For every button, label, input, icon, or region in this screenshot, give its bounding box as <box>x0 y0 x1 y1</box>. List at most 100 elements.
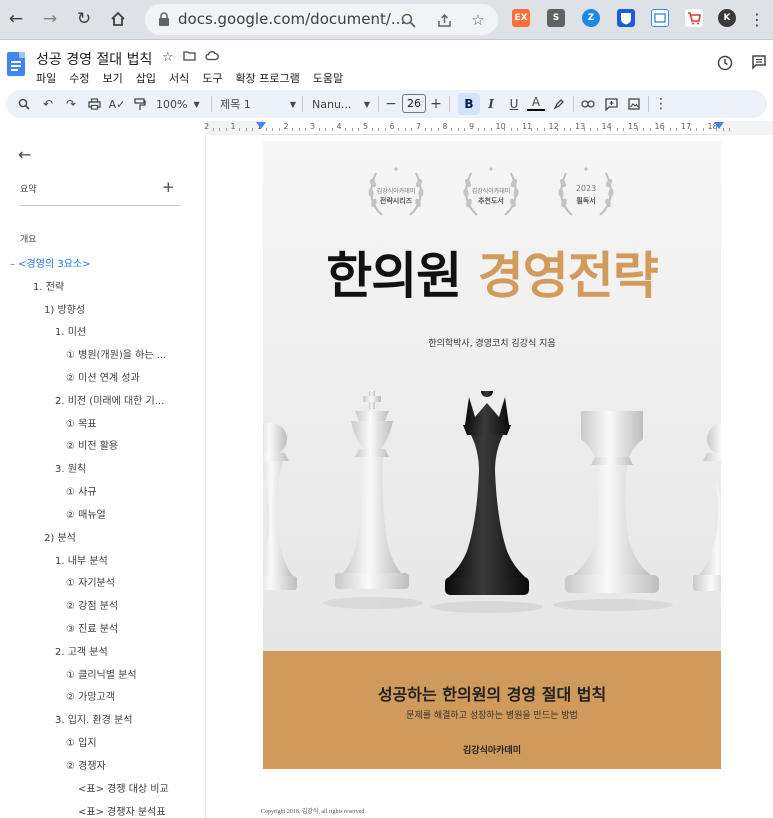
zoom-dropdown-icon: ▼ <box>193 99 200 109</box>
close-outline-arrow-icon[interactable]: ← <box>18 145 31 164</box>
increase-font-size-icon[interactable]: + <box>429 95 443 113</box>
url-text[interactable]: docs.google.com/document/... <box>178 10 405 28</box>
s-extension-icon[interactable]: S <box>547 9 565 27</box>
outline-item[interactable]: ② 매뉴얼 <box>66 506 106 521</box>
translate-extension-icon[interactable] <box>651 9 669 27</box>
document-title[interactable]: 성공 경영 절대 법칙 <box>36 49 152 69</box>
outline-item[interactable]: ① 자기분석 <box>66 574 115 589</box>
ruler-tick <box>212 128 214 131</box>
outline-item[interactable]: <표> 경쟁 대상 비교 <box>78 780 169 795</box>
outline-item[interactable]: 1) 방향성 <box>44 301 85 316</box>
spellcheck-icon[interactable]: A✓ <box>109 95 126 113</box>
outline-item[interactable]: ② 미션 연계 성과 <box>66 369 140 384</box>
outline-item[interactable]: ② 비전 활용 <box>66 437 118 452</box>
zoom-select[interactable]: 100% ▼ <box>156 95 200 113</box>
outline-item[interactable]: 1. 미션 <box>55 323 86 338</box>
address-bar[interactable]: docs.google.com/document/... ☆ <box>145 4 498 35</box>
menu-help[interactable]: 도움말 <box>313 70 343 86</box>
chrome-menu-icon[interactable]: ⋮ <box>746 8 768 30</box>
more-options-icon[interactable]: ⋮ <box>654 95 668 113</box>
ruler-tick <box>292 128 294 131</box>
italic-button[interactable]: I <box>483 95 499 113</box>
move-folder-icon[interactable] <box>183 50 196 65</box>
ruler-tick <box>543 128 545 131</box>
document-canvas[interactable]: ✦ 김강식아카데미 전략시리즈 ✦ 김강식아카데미 추천도서 ✦ 2023 필독… <box>207 136 773 818</box>
cart-extension-icon[interactable] <box>685 9 703 27</box>
outline-item[interactable]: ② 강점 분석 <box>66 597 118 612</box>
horizontal-ruler[interactable]: 2 1 1 2 3 4 5 6 7 8 9 10 11 12 13 14 15 16 17 18 <box>204 121 773 135</box>
menu-format[interactable]: 서식 <box>169 70 189 86</box>
toolbar-divider <box>211 96 212 112</box>
insert-comment-icon[interactable] <box>603 95 619 113</box>
outline-item[interactable]: ① 클리닉별 분석 <box>66 666 137 681</box>
outline-item[interactable]: 2. 비전 (미래에 대한 기... <box>55 392 164 407</box>
outline-item[interactable]: 3. 입지. 환경 분석 <box>55 711 132 726</box>
outline-item[interactable]: ① 목표 <box>66 415 97 430</box>
menu-view[interactable]: 보기 <box>103 70 123 86</box>
outline-item[interactable]: 1. 내부 분석 <box>55 552 108 567</box>
menu-extensions[interactable]: 확장 프로그램 <box>236 70 300 86</box>
outline-item[interactable]: ① 입지 <box>66 734 97 749</box>
outline-item[interactable]: ③ 진료 분석 <box>66 620 118 635</box>
outline-item[interactable]: 1. 전략 <box>33 278 64 293</box>
bold-button[interactable]: B <box>458 93 480 115</box>
cloud-saved-icon[interactable] <box>205 50 219 65</box>
search-menus-icon[interactable] <box>16 95 32 113</box>
search-icon[interactable] <box>398 10 418 30</box>
outline-item[interactable]: 2) 분석 <box>44 529 76 544</box>
decrease-font-size-icon[interactable]: − <box>384 95 398 113</box>
outline-item[interactable]: ② 가망고객 <box>66 688 115 703</box>
bitwarden-extension-icon[interactable] <box>617 9 635 27</box>
ruler-tick <box>252 128 254 131</box>
reload-icon[interactable]: ↻ <box>73 8 95 30</box>
badge-title: 필독서 <box>576 197 596 205</box>
paint-format-icon[interactable] <box>132 95 148 113</box>
outline-item[interactable]: ② 경쟁자 <box>66 757 106 772</box>
forward-arrow-icon[interactable]: → <box>39 8 61 30</box>
bookmark-star-icon[interactable]: ☆ <box>468 10 488 30</box>
undo-icon[interactable]: ↶ <box>40 95 56 113</box>
version-history-icon[interactable] <box>716 54 733 75</box>
font-select[interactable]: Nanu... ▼ <box>312 95 370 113</box>
print-icon[interactable] <box>86 95 102 113</box>
google-docs-logo[interactable] <box>7 52 25 76</box>
outline-item[interactable]: ① 사규 <box>66 483 97 498</box>
highlight-color-icon[interactable] <box>551 95 567 113</box>
z-extension-icon[interactable]: Z <box>582 9 600 27</box>
font-size-input[interactable]: 26 <box>402 94 426 113</box>
k-extension-icon[interactable]: K <box>718 9 736 27</box>
text-color-button[interactable]: A <box>527 95 545 111</box>
ruler-number: 6 <box>389 122 395 131</box>
style-dropdown-icon: ▼ <box>289 99 296 109</box>
book-cover-image[interactable]: ✦ 김강식아카데미 전략시리즈 ✦ 김강식아카데미 추천도서 ✦ 2023 필독… <box>263 141 721 769</box>
toolbar-divider <box>302 96 303 112</box>
ruler-tick <box>530 128 532 131</box>
menu-edit[interactable]: 수정 <box>69 70 89 86</box>
insert-image-icon[interactable] <box>626 95 642 113</box>
underline-button[interactable]: U <box>506 95 522 113</box>
outline-item[interactable]: ① 병원(개원)을 하는 ... <box>66 346 166 361</box>
redo-icon[interactable]: ↷ <box>63 95 79 113</box>
add-summary-plus-icon[interactable]: + <box>162 178 175 196</box>
cover-subtitle: 성공하는 한의원의 경영 절대 법칙 <box>377 685 607 704</box>
ex-extension-icon[interactable]: EX <box>512 9 530 27</box>
outline-item[interactable]: 3. 원칙 <box>55 460 86 475</box>
star-icon[interactable]: ☆ <box>162 50 174 65</box>
insert-link-icon[interactable] <box>580 95 596 113</box>
menu-file[interactable]: 파일 <box>36 70 56 86</box>
right-indent-marker[interactable] <box>714 122 724 129</box>
ruler-number: 9 <box>469 122 475 131</box>
outline-item[interactable]: 2. 고객 분석 <box>55 643 108 658</box>
outline-item[interactable]: <표> 경쟁자 분석표 <box>78 803 166 818</box>
paragraph-style-select[interactable]: 제목 1 ▼ <box>220 95 296 113</box>
font-dropdown-icon: ▼ <box>363 99 370 109</box>
back-arrow-icon[interactable]: ← <box>5 8 27 30</box>
share-icon[interactable] <box>434 10 454 30</box>
menu-tools[interactable]: 도구 <box>202 70 222 86</box>
menu-insert[interactable]: 삽입 <box>136 70 156 86</box>
home-icon[interactable] <box>107 8 129 30</box>
ruler-tick <box>623 128 625 131</box>
outline-item-heading[interactable]: – <경영의 3요소> <box>10 255 90 270</box>
left-indent-marker[interactable] <box>256 122 266 129</box>
comments-icon[interactable] <box>751 54 767 74</box>
